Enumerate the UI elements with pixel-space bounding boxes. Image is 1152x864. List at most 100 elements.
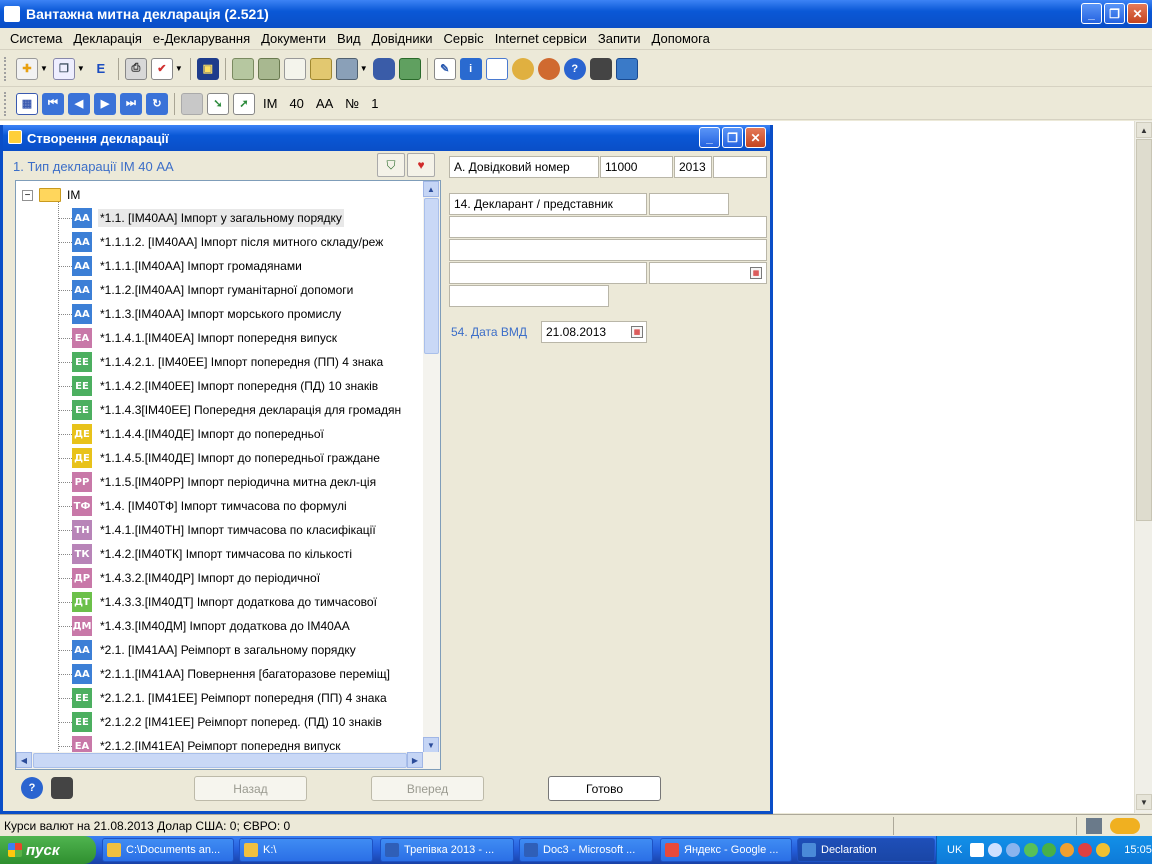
tree-root-node[interactable]: − ІМ	[22, 186, 80, 204]
tree-item[interactable]: АА *1.1.3.[ІМ40АА] Імпорт морського проми…	[58, 302, 343, 326]
refresh-icon[interactable]: ↻	[146, 92, 168, 115]
clipboard-icon[interactable]	[485, 57, 508, 80]
tree-item[interactable]: АА *1.1.2.[ІМ40АА] Імпорт гуманітарної до…	[58, 278, 355, 302]
grid-icon[interactable]: ▦	[16, 92, 38, 115]
forward-button[interactable]: Вперед	[371, 776, 484, 801]
menu-view[interactable]: Вид	[335, 31, 363, 46]
scroll-up-icon[interactable]: ▲	[423, 181, 439, 197]
download-tray-icon[interactable]	[1042, 843, 1057, 857]
menu-directories[interactable]: Довідники	[370, 31, 435, 46]
database-icon[interactable]	[372, 57, 395, 80]
tree-item[interactable]: АА *1.1.1.[ІМ40АА] Імпорт громадянами	[58, 254, 304, 278]
dialog-minimize-button[interactable]: _	[699, 127, 720, 148]
taskbar-task[interactable]: K:\	[239, 838, 373, 862]
collapse-icon[interactable]: −	[22, 189, 33, 201]
menu-e-declaring[interactable]: е-Декларування	[151, 31, 252, 46]
print-icon[interactable]: ⎙	[124, 57, 147, 80]
tree-item[interactable]: АА *1.1.1.2. [ІМ40АА] Імпорт після митног…	[58, 230, 385, 254]
tree-item[interactable]: ТН *1.4.1.[ІМ40ТН] Імпорт тимчасова по кл…	[58, 518, 378, 542]
tree-item[interactable]: ТК *1.4.2.[ІМ40ТК] Імпорт тимчасова по кі…	[58, 542, 354, 566]
back-button[interactable]: Назад	[194, 776, 307, 801]
tree-item[interactable]: АА *2.1. [ІМ41АА] Реімпорт в загальному п…	[58, 638, 358, 662]
reference-year-field[interactable]: 2013	[674, 156, 712, 178]
export-icon[interactable]: ➚	[233, 92, 255, 115]
last-record-icon[interactable]: ⏭	[120, 92, 142, 115]
tree-vertical-scrollbar[interactable]: ▲ ▼	[423, 181, 440, 753]
calendar-icon[interactable]: ▦	[750, 267, 762, 279]
taskbar-task[interactable]: C:\Documents an...	[102, 838, 234, 862]
taskbar-task[interactable]: Трепівка 2013 - ...	[380, 838, 514, 862]
taskbar-task[interactable]: Declaration	[797, 838, 935, 862]
video-camera-icon[interactable]	[51, 777, 73, 799]
reference-customs-field[interactable]: 11000	[600, 156, 673, 178]
tree-item[interactable]: ЕА *1.1.4.1.[ІМ40ЕА] Імпорт попередня вип…	[58, 326, 339, 350]
declaration-type-tree[interactable]: − ІМ АА *1.1. [ІМ40АА] Імпорт у загальном…	[15, 180, 441, 770]
money-icon[interactable]	[231, 57, 254, 80]
tree-item[interactable]: ДЕ *1.1.4.5.[ІМ40ДЕ] Імпорт до попередньо…	[58, 446, 382, 470]
tree-horizontal-scrollbar[interactable]: ◀ ▶	[16, 752, 440, 769]
scroll-down-icon[interactable]: ▼	[1136, 794, 1152, 810]
date-field[interactable]: 21.08.2013 ▦	[541, 321, 647, 343]
declarant-extra-field[interactable]	[449, 285, 609, 307]
e-declaration-icon[interactable]: E	[90, 58, 112, 80]
users-key-icon[interactable]	[511, 57, 534, 80]
tree-item[interactable]: АА *1.1. [ІМ40АА] Імпорт у загальному пор…	[58, 206, 344, 230]
tree-hscroll-thumb[interactable]	[33, 753, 407, 768]
tree-item[interactable]: ТФ *1.4. [ІМ40ТФ] Імпорт тимчасова по фор…	[58, 494, 349, 518]
first-record-icon[interactable]: ⏮	[42, 92, 64, 115]
toolbar-grip[interactable]	[4, 91, 8, 116]
tree-item[interactable]: АА *2.1.1.[ІМ41АА] Повернення [багаторазо…	[58, 662, 392, 686]
help-icon[interactable]: ?	[21, 777, 43, 799]
dialog-maximize-button[interactable]: ❐	[722, 127, 743, 148]
menu-queries[interactable]: Запити	[596, 31, 643, 46]
declarant-name-field[interactable]	[449, 216, 767, 238]
info-book-icon[interactable]: i	[459, 57, 482, 80]
document-icon[interactable]	[283, 57, 306, 80]
calculator-icon[interactable]	[257, 57, 280, 80]
tree-item[interactable]: ДЕ *1.1.4.4.[ІМ40ДЕ] Імпорт до попередньо…	[58, 422, 326, 446]
scroll-thumb[interactable]	[1136, 139, 1152, 521]
tree-item[interactable]: ЕА *2.1.2.[ІМ41ЕА] Реімпорт попередня вип…	[58, 734, 342, 753]
safely-remove-tray-icon[interactable]	[1024, 843, 1039, 857]
tree-item[interactable]: ДМ *1.4.3.[ІМ40ДМ] Імпорт додаткова до ІМ…	[58, 614, 352, 638]
chevron-down-icon[interactable]: ▼	[360, 64, 368, 73]
clock[interactable]: 15:05	[1124, 844, 1152, 856]
scroll-down-icon[interactable]: ▼	[423, 737, 439, 753]
taskbar-task[interactable]: Яндекс - Google ...	[660, 838, 792, 862]
calendar-icon[interactable]: ▦	[631, 326, 643, 338]
tree-item[interactable]: ЕЕ *1.1.4.2.[ІМ40ЕЕ] Імпорт попередня (ПД…	[58, 374, 380, 398]
chevron-down-icon[interactable]: ▼	[175, 64, 183, 73]
copy-document-icon[interactable]: ❐	[52, 57, 75, 80]
table-export-icon[interactable]	[398, 57, 421, 80]
tree-item[interactable]: ДТ *1.4.3.3.[ІМ40ДТ] Імпорт додаткова до …	[58, 590, 379, 614]
back-tray-icon[interactable]	[1006, 843, 1021, 857]
tree-item[interactable]: ЕЕ *2.1.2.1. [ІМ41ЕЕ] Реімпорт попередня …	[58, 686, 389, 710]
previous-record-icon[interactable]: ◀	[68, 92, 90, 115]
declarant-document-field[interactable]	[449, 262, 647, 284]
tree-item[interactable]: РР *1.1.5.[ІМ40РР] Імпорт періодична митн…	[58, 470, 378, 494]
close-button[interactable]: ✕	[1127, 3, 1148, 24]
antivirus-tray-icon[interactable]	[1096, 843, 1111, 857]
menu-system[interactable]: Система	[8, 31, 64, 46]
edit-icon[interactable]: ✎	[433, 57, 456, 80]
declarant-date-field[interactable]: ▦	[649, 262, 767, 284]
menu-documents[interactable]: Документи	[259, 31, 328, 46]
exit-door-icon[interactable]	[615, 57, 638, 80]
minimize-button[interactable]: _	[1081, 3, 1102, 24]
language-indicator[interactable]: UK	[947, 844, 962, 856]
chevron-down-icon[interactable]: ▼	[40, 64, 48, 73]
scroll-left-icon[interactable]: ◀	[16, 752, 32, 768]
scroll-up-icon[interactable]: ▲	[1136, 122, 1152, 138]
menu-internet-services[interactable]: Internet сервіси	[493, 31, 589, 46]
toolbar-grip[interactable]	[4, 56, 8, 81]
tree-item[interactable]: ЕЕ *1.1.4.3[ІМ40ЕЕ] Попередня декларація …	[58, 398, 403, 422]
network-tray-icon[interactable]	[988, 843, 1003, 857]
chevron-down-icon[interactable]: ▼	[77, 64, 85, 73]
tree-scroll-thumb[interactable]	[424, 198, 439, 354]
menu-declaration[interactable]: Декларація	[71, 31, 144, 46]
check-icon[interactable]: ✔	[150, 57, 173, 80]
help-icon[interactable]: ?	[563, 57, 586, 80]
tree-item[interactable]: ДР *1.4.3.2.[ІМ40ДР] Імпорт до періодично…	[58, 566, 322, 590]
video-camera-icon[interactable]	[589, 57, 612, 80]
import-icon[interactable]: ➘	[207, 92, 229, 115]
